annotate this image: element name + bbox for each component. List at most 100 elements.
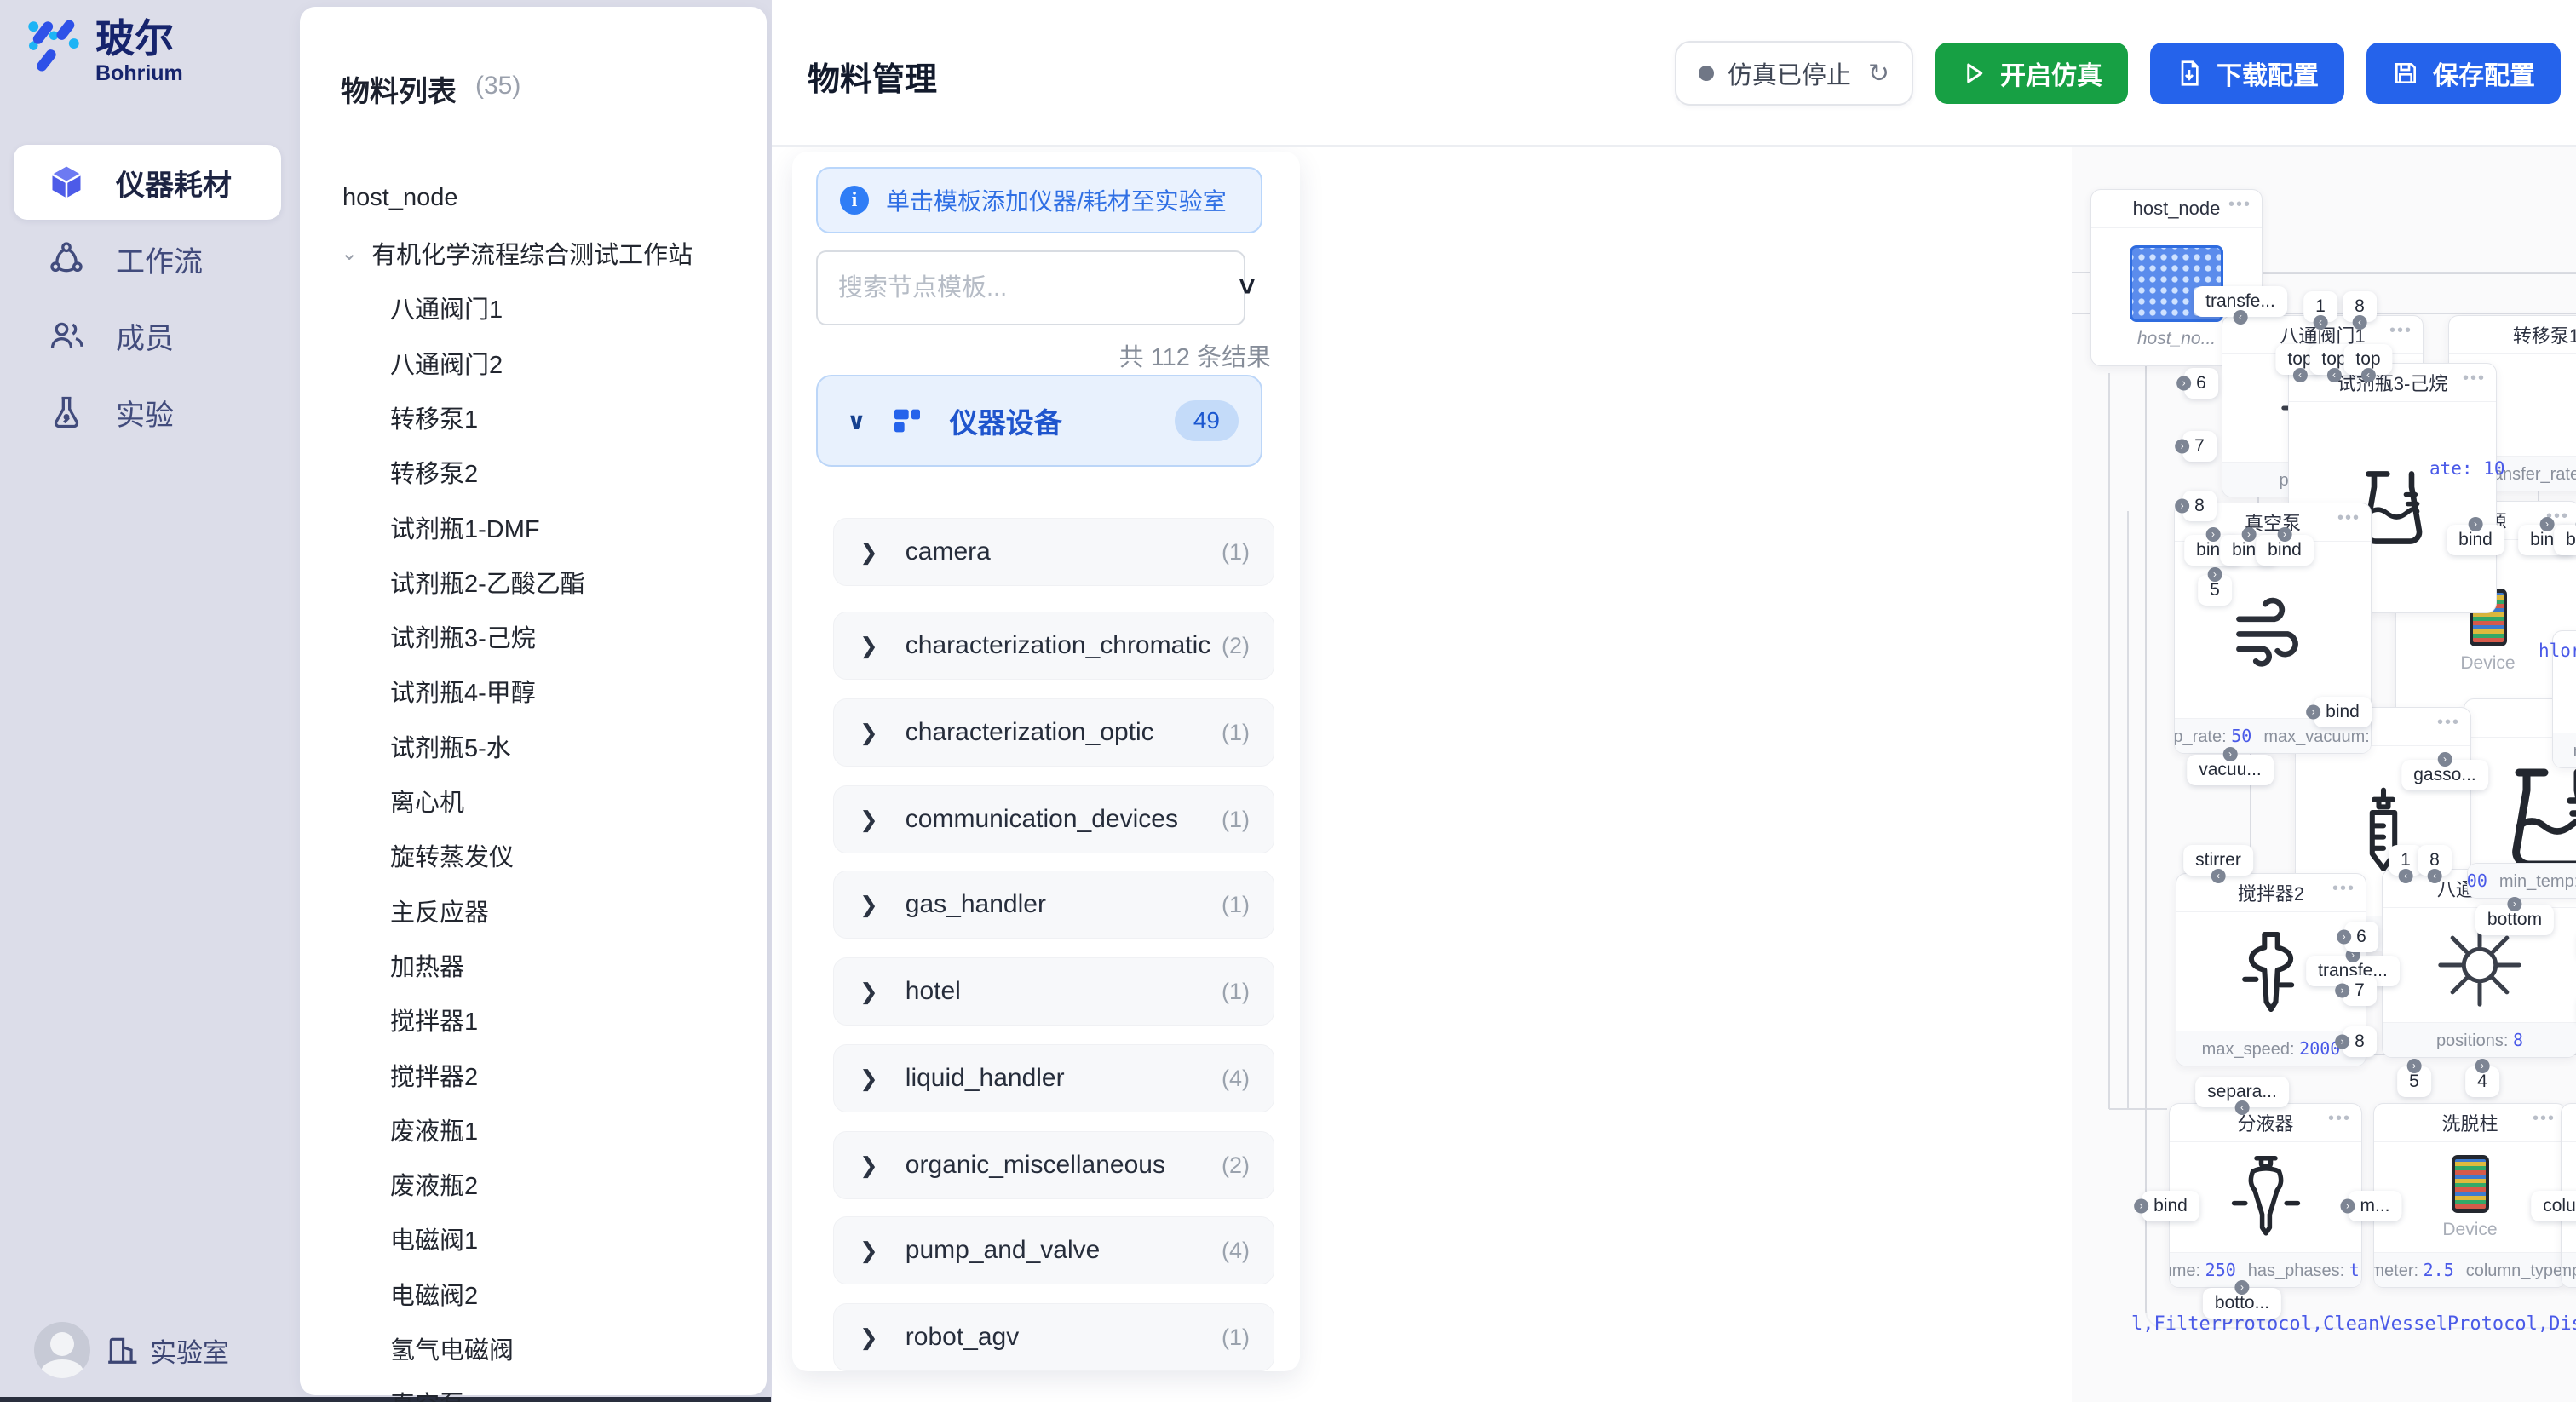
lab-entry[interactable]: 实验室 (106, 1331, 229, 1370)
port-7[interactable]: 7› (2182, 431, 2217, 462)
graph-canvas[interactable]: 有机化学流程综合测试工作站 host_node•••host_no...八通阀门… (2072, 145, 2576, 1402)
port-dot-icon[interactable]: › (2437, 752, 2452, 767)
node-menu-icon[interactable]: ••• (2332, 879, 2355, 899)
port-vacuu[interactable]: vacuu...› (2187, 755, 2274, 785)
category-camera[interactable]: ❯camera(1) (833, 518, 1274, 586)
chevron-down-icon[interactable]: ˅ (1239, 271, 1256, 304)
node-title: host_node••• (2091, 190, 2262, 228)
refresh-icon[interactable]: ↻ (1868, 59, 1889, 89)
port-dot-icon[interactable]: › (2235, 1280, 2250, 1295)
port-bind[interactable]: bind› (2142, 1191, 2199, 1221)
sim-status-pill[interactable]: 仿真已停止 ↻ (1675, 41, 1913, 106)
port-top[interactable]: top‹ (2343, 344, 2392, 375)
port-bind[interactable]: bind› (2314, 697, 2372, 727)
port-dot-icon[interactable]: › (2134, 1199, 2148, 1214)
port-dot-icon[interactable]: › (2176, 376, 2191, 391)
node-menu-icon[interactable]: ••• (2463, 369, 2486, 388)
category-hotel[interactable]: ❯hotel(1) (833, 957, 1274, 1026)
category-robot_agv[interactable]: ❯robot_agv(1) (833, 1303, 1274, 1371)
category-group-instruments[interactable]: ∨ 仪器设备 49 (816, 375, 1262, 467)
port-dot-icon[interactable]: › (2539, 517, 2554, 531)
port-dot-icon[interactable]: › (2205, 527, 2220, 542)
building-icon (106, 1334, 138, 1366)
port-dot-icon[interactable]: › (2277, 527, 2291, 542)
port-dot-icon[interactable]: › (2241, 527, 2256, 542)
node-menu-icon[interactable]: ••• (2328, 1109, 2351, 1129)
port-4[interactable]: 4› (2465, 1066, 2499, 1097)
port-bind[interactable]: bind› (2256, 535, 2314, 566)
category-characterization_optic[interactable]: ❯characterization_optic(1) (833, 698, 1274, 767)
port-dot-icon[interactable]: ‹ (2360, 368, 2375, 382)
port-dot-icon[interactable]: › (2341, 1199, 2355, 1214)
avatar[interactable] (34, 1322, 90, 1378)
port-dot-icon[interactable]: ‹ (2326, 368, 2341, 382)
port-5[interactable]: 5› (2397, 1066, 2431, 1097)
node-menu-icon[interactable]: ••• (2389, 321, 2412, 341)
port-transfe[interactable]: transfe...‹ (2194, 286, 2287, 317)
port-dot-icon[interactable]: ‹ (2211, 869, 2225, 883)
category-pump_and_valve[interactable]: ❯pump_and_valve(4) (833, 1216, 1274, 1284)
port-8[interactable]: 8› (2343, 1026, 2377, 1057)
port-bind[interactable]: bind› (2447, 525, 2504, 555)
port-gasso[interactable]: gasso...› (2401, 760, 2488, 790)
port-label: 1 (2401, 850, 2411, 870)
port-dot-icon[interactable]: › (2175, 440, 2189, 454)
node-menu-icon[interactable]: ••• (2337, 509, 2360, 528)
sidebar-item-工作流[interactable]: 工作流 (14, 221, 281, 296)
port-dot-icon[interactable]: › (2468, 517, 2482, 531)
port-dot-icon[interactable]: › (2175, 499, 2189, 514)
port-dot-icon[interactable]: ‹ (2353, 315, 2367, 330)
port-dot-icon[interactable]: ‹ (2428, 869, 2442, 883)
download-config-button[interactable]: 下载配置 (2150, 43, 2344, 104)
port-dot-icon[interactable]: ‹ (2314, 315, 2328, 330)
port-dot-icon[interactable]: › (2475, 1059, 2490, 1073)
port-5[interactable]: 5› (2198, 575, 2232, 606)
port-bind[interactable]: bind› (2554, 525, 2576, 555)
node-menu-icon[interactable]: ••• (2533, 1109, 2556, 1129)
port-dot-icon[interactable]: › (2335, 984, 2349, 998)
tree-item[interactable]: host_node (300, 174, 809, 221)
port-6[interactable]: 6› (2344, 922, 2378, 952)
port-dot-icon[interactable]: › (2507, 897, 2521, 911)
category-characterization_chromatic[interactable]: ❯characterization_chromatic(2) (833, 612, 1274, 680)
port-dot-icon[interactable]: › (2337, 930, 2351, 945)
port-stirrer[interactable]: stirrer‹ (2183, 845, 2253, 876)
port-separa[interactable]: separa...‹ (2195, 1077, 2289, 1107)
sidebar-item-实验[interactable]: 实验 (14, 375, 281, 450)
port-8[interactable]: 8‹ (2343, 291, 2377, 322)
tree-item[interactable]: ⌄有机化学流程综合测试工作站 (300, 229, 808, 277)
port-colum[interactable]: colum...› (2531, 1191, 2576, 1221)
sidebar-item-成员[interactable]: 成员 (14, 298, 281, 373)
port-dot-icon[interactable]: › (2208, 567, 2222, 582)
sidebar-item-仪器耗材[interactable]: 仪器耗材 (14, 145, 281, 220)
port-dot-icon[interactable]: › (2306, 705, 2320, 720)
port-7[interactable]: 7› (2343, 975, 2377, 1006)
start-simulation-button[interactable]: 开启仿真 (1935, 43, 2128, 104)
category-organic_miscellaneous[interactable]: ❯organic_miscellaneous(2) (833, 1131, 1274, 1199)
port-botto[interactable]: botto...› (2203, 1288, 2281, 1319)
node-menu-icon[interactable]: ••• (2228, 195, 2251, 215)
port-8[interactable]: 8› (2182, 491, 2217, 521)
port-bottom[interactable]: bottom› (2475, 905, 2554, 935)
port-dot-icon[interactable]: ‹ (2235, 1100, 2250, 1115)
port-1[interactable]: 1‹ (2303, 291, 2337, 322)
port-dot-icon[interactable]: › (2407, 1059, 2422, 1073)
port-dot-icon[interactable]: › (2335, 1035, 2349, 1049)
port-dot-icon[interactable]: ‹ (2233, 310, 2247, 325)
chevron-right-icon: ❯ (860, 633, 878, 659)
port-dot-icon[interactable]: ‹ (2399, 869, 2413, 883)
sidebar-footer[interactable]: 实验室 (34, 1322, 229, 1378)
port-dot-icon[interactable]: › (2222, 747, 2237, 761)
category-gas_handler[interactable]: ❯gas_handler(1) (833, 871, 1274, 939)
node-menu-icon[interactable]: ••• (2437, 713, 2460, 733)
category-liquid_handler[interactable]: ❯liquid_handler(4) (833, 1044, 1274, 1112)
node-card[interactable]: 200min_temp: -20has_heat (2467, 863, 2576, 899)
category-communication_devices[interactable]: ❯communication_devices(1) (833, 785, 1274, 853)
search-input[interactable] (816, 250, 1245, 325)
port-6[interactable]: 6› (2184, 368, 2218, 399)
port-8[interactable]: 8‹ (2418, 845, 2452, 876)
save-config-button[interactable]: 保存配置 (2366, 43, 2561, 104)
chevron-down-icon[interactable]: ⌄ (341, 241, 358, 266)
port-dot-icon[interactable]: ‹ (2292, 368, 2307, 382)
port-m[interactable]: m...› (2349, 1191, 2402, 1221)
